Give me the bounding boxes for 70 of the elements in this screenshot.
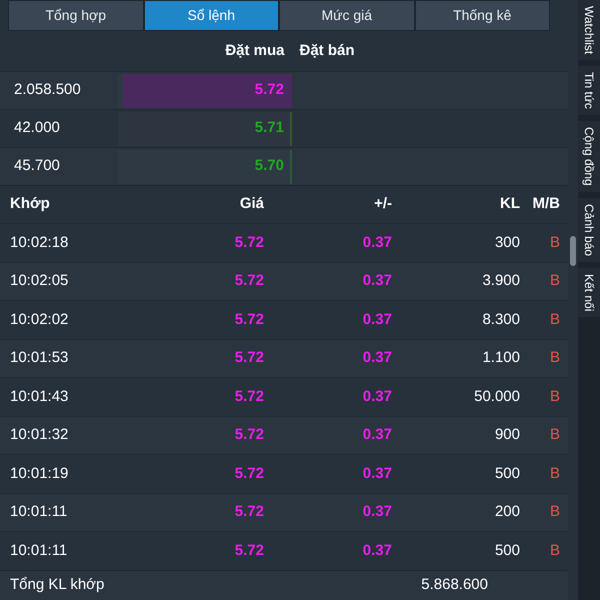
table-cell-text: 5.72 — [234, 502, 264, 522]
table-cell-text: B — [548, 386, 561, 406]
table-cell-text: 0.37 — [362, 540, 392, 560]
table-cell-text: 10:02:18 — [9, 232, 70, 252]
tab[interactable]: Sổ lệnh — [144, 0, 279, 31]
table-cell-text: 0.37 — [362, 310, 392, 330]
table-cell-text: B — [548, 540, 561, 560]
table-cell-text: 8.300 — [481, 310, 520, 330]
table-cell-text: 0.37 — [362, 464, 392, 484]
table-cell-text: 5.72 — [234, 425, 264, 445]
table-cell-text: B — [548, 310, 561, 330]
column-header: M/B — [532, 194, 561, 214]
column-header: Đặt bán — [300, 42, 355, 59]
table-cell-text: 0.37 — [362, 425, 392, 445]
table-cell-text: B — [548, 232, 561, 252]
table-cell-text: 5.72 — [234, 348, 264, 368]
table-cell-text: 10:01:19 — [9, 464, 70, 484]
table-cell-text: 10:02:05 — [9, 271, 70, 291]
bid-volume: 42.000 — [13, 118, 61, 138]
side-tab[interactable]: Cộng đồng — [578, 121, 600, 192]
table-cell-text: 10:01:11 — [9, 540, 68, 560]
side-tab[interactable]: Tin tức — [578, 66, 600, 116]
table-cell-text: 3.900 — [481, 271, 520, 291]
table-cell-text: 200 — [494, 502, 520, 522]
side-tab[interactable]: Kết nối — [578, 268, 600, 318]
table-cell-text: 500 — [494, 464, 520, 484]
tab[interactable]: Tổng hợp — [8, 0, 144, 31]
bid-price: 5.70 — [254, 156, 285, 176]
side-tab[interactable]: Watchlist — [578, 0, 600, 60]
total-label: Tổng KL khớp — [10, 574, 104, 595]
table-cell-text: 5.72 — [234, 540, 264, 560]
table-cell-text: 1.100 — [481, 348, 520, 368]
table-cell-text: 10:01:43 — [9, 386, 70, 406]
table-cell-text: 0.37 — [362, 271, 392, 291]
scrollbar-thumb — [570, 236, 576, 266]
column-header: Giá — [238, 194, 264, 214]
table-cell-text: 5.72 — [234, 271, 264, 291]
table-cell-text: 50.000 — [473, 386, 520, 406]
column-header: Khớp — [9, 194, 51, 214]
table-cell-text: 0.37 — [362, 232, 392, 252]
table-cell-text: B — [548, 348, 561, 368]
bid-volume: 2.058.500 — [13, 80, 82, 100]
bid-volume: 45.700 — [13, 156, 61, 176]
column-header: Đặt mua — [225, 42, 284, 59]
table-cell-text: B — [548, 502, 561, 522]
table-cell-text: 10:01:32 — [9, 425, 70, 445]
bid-price: 5.72 — [254, 80, 285, 100]
table-cell-text: B — [548, 425, 561, 445]
bid-price: 5.71 — [254, 118, 285, 138]
table-cell-text: 5.72 — [234, 232, 264, 252]
side-tab[interactable]: Cảnh báo — [578, 198, 600, 262]
table-cell-text: 300 — [494, 232, 520, 252]
tab[interactable]: Thống kê — [414, 0, 550, 31]
table-cell-text: 5.72 — [234, 464, 264, 484]
table-cell-text: 10:01:11 — [9, 502, 68, 522]
column-header: +/- — [373, 194, 392, 214]
total-value: 5.868.600 — [421, 574, 488, 595]
table-cell-text: 0.37 — [362, 348, 392, 368]
table-cell-text: 500 — [494, 540, 520, 560]
table-cell-text: 0.37 — [362, 386, 392, 406]
table-cell-text: B — [548, 271, 561, 291]
table-cell-text: 10:01:53 — [9, 348, 70, 368]
table-cell-text: 5.72 — [234, 386, 264, 406]
table-cell-text: 5.72 — [234, 310, 264, 330]
table-cell-text: B — [548, 464, 561, 484]
table-cell-text: 10:02:02 — [9, 310, 70, 330]
table-cell-text: 900 — [494, 425, 520, 445]
table-cell-text: 0.37 — [362, 502, 392, 522]
tab[interactable]: Mức giá — [279, 0, 414, 31]
column-header: KL — [499, 194, 520, 214]
